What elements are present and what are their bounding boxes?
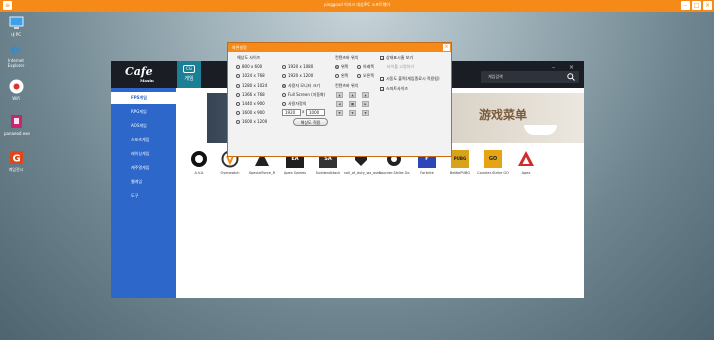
content-bar-size-label: 컨텐츠바 위치	[335, 83, 359, 88]
pos-grid-top-right[interactable]: ▲	[362, 92, 369, 98]
coffee-cup-image	[524, 125, 557, 135]
app-icon	[9, 114, 24, 129]
res-1600x900[interactable]: 1600 x 900	[236, 110, 265, 115]
pos-grid-bottom-right[interactable]: ▼	[362, 110, 369, 116]
dialog-title-bar: 화면설정 ×	[228, 43, 451, 52]
display-settings-dialog: 화면설정 × 해상도 사이즈 800 x 600 1024 x 768 1280…	[227, 42, 452, 157]
game-ava[interactable]: A.V.A	[182, 150, 216, 175]
vm-close-button[interactable]: ×	[703, 1, 712, 10]
sidebar-item-fps[interactable]: FPS게임	[111, 92, 176, 104]
internet-explorer-icon: e	[9, 41, 24, 58]
res-1920x1200[interactable]: 1920 x 1200	[282, 73, 313, 78]
sidebar-item-web[interactable]: 웹게임	[111, 176, 176, 188]
custom-width-input[interactable]: 1920	[282, 109, 301, 116]
pos-bottom[interactable]: 아래쪽	[357, 64, 374, 70]
vm-minimize-button[interactable]: –	[681, 1, 690, 10]
svg-text:G: G	[12, 154, 20, 165]
tab-game[interactable]: CG 게임	[177, 61, 201, 88]
csgo-icon: GO	[484, 150, 502, 168]
monitor-icon	[9, 15, 24, 30]
pos-grid-top-left[interactable]: ▲	[336, 92, 343, 98]
game-apex[interactable]: Apex	[509, 150, 543, 175]
pos-grid-top-mid[interactable]: ▲	[349, 92, 356, 98]
pos-left[interactable]: 왼쪽	[335, 73, 348, 79]
desktop-icon-panaeod[interactable]: panaeod.exe	[4, 114, 30, 136]
sidebar-item-racing[interactable]: 레이싱게임	[111, 148, 176, 160]
app-logo: Cafe Maxin	[125, 65, 154, 83]
search-icon[interactable]	[567, 73, 575, 81]
res-1366x768[interactable]: 1366 x 768	[236, 92, 265, 97]
res-1440x900[interactable]: 1440 x 900	[236, 101, 265, 106]
res-full-screen[interactable]: Full Screen (자동화)	[282, 92, 325, 98]
sidebar-item-rpg[interactable]: RPG게임	[111, 106, 176, 118]
custom-height-input[interactable]: 1000	[306, 109, 325, 116]
res-custom[interactable]: 사용자정의	[282, 101, 306, 107]
game-csgo[interactable]: GO Counter-Strike GO	[476, 150, 510, 175]
vm-maximize-button[interactable]: □	[692, 1, 701, 10]
res-1600x1200[interactable]: 1600 x 1200	[236, 119, 267, 124]
sidebar-item-aos[interactable]: AOS게임	[111, 120, 176, 132]
desktop-icon-game[interactable]: G 게임전시	[4, 150, 28, 172]
res-1280x1024[interactable]: 1280 x 1024	[236, 83, 267, 88]
res-1024x768[interactable]: 1024 x 768	[236, 73, 265, 78]
sidebar-item-tools[interactable]: 도구	[111, 190, 176, 202]
wifi-icon	[9, 79, 24, 94]
desktop-icon-my-pc[interactable]: 내 PC	[4, 15, 28, 37]
search-input[interactable]: 게임검색	[481, 71, 579, 83]
game-exhibit-icon: G	[9, 150, 24, 165]
pos-grid-bottom-left[interactable]: ▼	[336, 110, 343, 116]
check-fix-title[interactable]: 타이틀 고정하기	[387, 64, 414, 70]
check-smart-size[interactable]: ✓ 스마트사이즈	[380, 86, 408, 92]
pos-top[interactable]: 위쪽	[335, 64, 348, 70]
pubg-icon: PUBG	[451, 150, 469, 168]
pos-grid-mid-left[interactable]: ◀	[336, 101, 343, 107]
content-bar-position-label: 컨텐츠바 위치	[335, 55, 359, 60]
minimize-icon[interactable]: –	[552, 64, 555, 71]
gamepad-icon: CG	[183, 65, 195, 73]
res-1920x1080[interactable]: 1920 x 1080	[282, 64, 313, 69]
sidebar-item-casual[interactable]: 캐주얼게임	[111, 162, 176, 174]
category-sidebar: FPS게임 RPG게임 AOS게임 스포츠게임 레이싱게임 캐주얼게임 웹게임 …	[111, 88, 176, 298]
desktop-icon-wifi[interactable]: Wifi	[4, 79, 28, 101]
apply-resolution-button[interactable]: 해상도 적용	[293, 118, 328, 126]
res-user-monitor[interactable]: 사용자 모니터 크기	[282, 83, 320, 89]
vm-title: pinggood 이지크 대상/PC 소프트웨어	[324, 2, 390, 7]
vm-title-bar: ≡ pinggood 이지크 대상/PC 소프트웨어 – □ ×	[0, 0, 714, 12]
check-status-bar[interactable]: ✓ 상태표시줄 보기	[380, 55, 413, 61]
apex-icon	[517, 150, 535, 168]
times-sign: x	[302, 109, 305, 114]
pos-grid-center[interactable]: ■	[349, 101, 356, 107]
sidebar-item-sports[interactable]: 스포츠게임	[111, 134, 176, 146]
resolution-section-label: 해상도 사이즈	[237, 55, 261, 60]
svg-text:e: e	[11, 42, 20, 56]
desktop-icon-ie[interactable]: e Internet Explorer	[4, 41, 28, 68]
pos-grid-mid-right[interactable]: ▶	[362, 101, 369, 107]
check-output[interactable]: ✓ 시동도 출력(게임종료시 적용됨)	[380, 76, 440, 82]
close-icon[interactable]: ×	[569, 64, 574, 71]
pos-grid-bottom-mid[interactable]: ▼	[349, 110, 356, 116]
pos-right[interactable]: 오른쪽	[357, 73, 374, 79]
dialog-close-button[interactable]: ×	[443, 44, 450, 51]
ava-icon	[190, 150, 208, 168]
res-800x600[interactable]: 800 x 600	[236, 64, 262, 69]
